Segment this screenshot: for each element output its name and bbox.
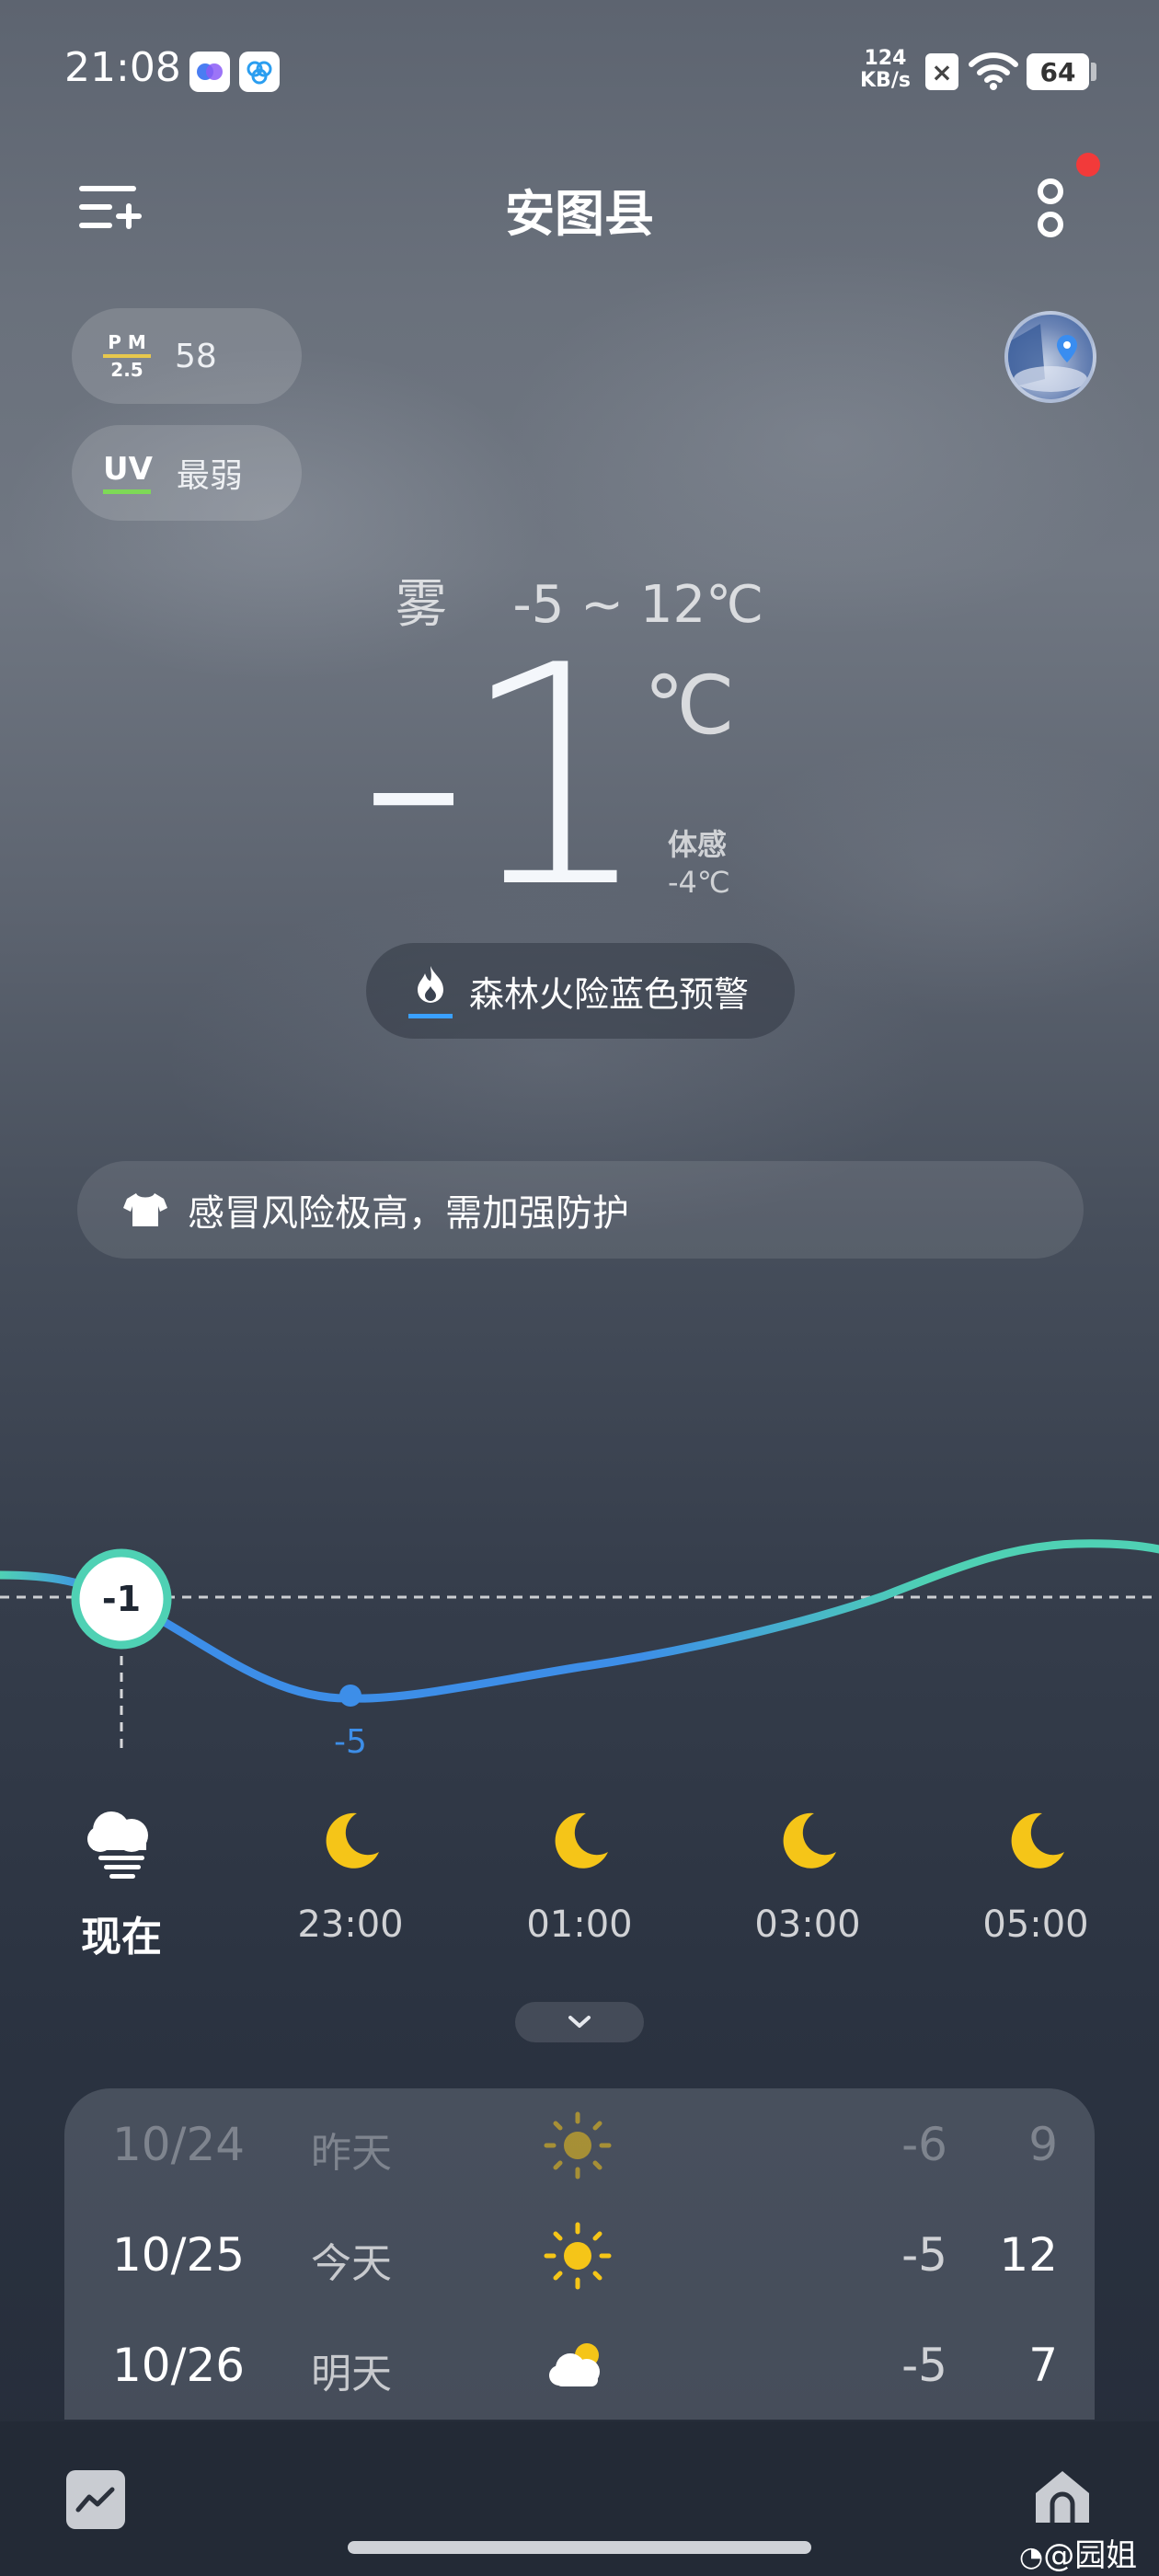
pm25-label: P M 2.5 bbox=[103, 331, 151, 381]
network-speed: 124 KB/s bbox=[860, 48, 911, 92]
watermark: ◔@园姐 bbox=[1019, 2530, 1137, 2575]
location-pin-icon bbox=[1008, 324, 1087, 392]
hour-time: 现在 bbox=[81, 1914, 162, 1961]
battery-tip bbox=[1091, 63, 1096, 81]
hour-time: 05:00 bbox=[982, 1903, 1089, 1946]
home-icon bbox=[1036, 2471, 1089, 2523]
app-notification-icon bbox=[189, 52, 230, 92]
city-title[interactable]: 安图县 bbox=[0, 173, 1159, 246]
chevron-down-icon bbox=[568, 2016, 591, 2028]
moon-icon bbox=[555, 1812, 608, 1869]
daily-high: 12 bbox=[999, 2228, 1058, 2282]
daily-row[interactable]: 10/24 昨天 -6 9 bbox=[64, 2090, 1095, 2201]
network-speed-unit: KB/s bbox=[860, 69, 911, 92]
hour-item[interactable]: 现在 bbox=[48, 1799, 195, 1962]
pm25-value: 58 bbox=[175, 337, 217, 375]
home-button[interactable] bbox=[1032, 2466, 1093, 2526]
weibo-icon: ◔ bbox=[1019, 2541, 1044, 2573]
trend-chart-icon bbox=[75, 2487, 115, 2513]
temperature-curve bbox=[0, 1539, 1159, 1703]
daily-low: -5 bbox=[901, 2339, 947, 2392]
daily-forecast-card: 10/24 昨天 -6 9 10/25 今天 -5 12 10/26 明天 -5… bbox=[64, 2088, 1095, 2420]
health-tip-bar[interactable]: 感冒风险极高，需加强防护 bbox=[77, 1161, 1084, 1259]
hour-item[interactable]: 05:00 bbox=[962, 1799, 1109, 1946]
uv-label: UV bbox=[103, 453, 153, 494]
network-speed-value: 124 bbox=[864, 47, 907, 70]
flame-icon bbox=[408, 964, 453, 1018]
fog-cloud-icon bbox=[87, 1811, 148, 1879]
more-vertical-icon[interactable] bbox=[1034, 177, 1067, 245]
location-avatar[interactable] bbox=[1004, 311, 1096, 403]
daily-row[interactable]: 10/26 明天 -5 7 bbox=[64, 2311, 1095, 2420]
partly-cloudy-icon bbox=[549, 2343, 600, 2386]
feels-like-label: 体感 bbox=[668, 827, 728, 862]
wifi-icon bbox=[968, 52, 1019, 94]
uv-pill[interactable]: UV 最弱 bbox=[72, 425, 302, 521]
daily-high: 9 bbox=[1028, 2118, 1058, 2171]
daily-low: -6 bbox=[901, 2118, 947, 2171]
shirt-icon bbox=[123, 1193, 167, 1226]
moon-icon bbox=[1011, 1812, 1064, 1869]
sun-icon bbox=[544, 2222, 612, 2290]
daily-low: -5 bbox=[901, 2228, 947, 2282]
alert-text: 森林火险蓝色预警 bbox=[469, 973, 750, 1015]
watermark-text: @园姐 bbox=[1043, 2537, 1138, 2574]
daily-day: 昨天 bbox=[311, 2130, 392, 2177]
hour-time: 03:00 bbox=[754, 1903, 861, 1946]
status-time: 21:08 bbox=[64, 44, 181, 91]
feels-like-value: -4℃ bbox=[668, 865, 730, 900]
uv-value: 最弱 bbox=[176, 457, 243, 495]
hour-item[interactable]: 23:00 bbox=[277, 1799, 424, 1946]
pm25-pill[interactable]: P M 2.5 58 bbox=[72, 308, 302, 404]
expand-button[interactable] bbox=[515, 2002, 644, 2042]
hour-time: 01:00 bbox=[526, 1903, 633, 1946]
daily-row[interactable]: 10/25 今天 -5 12 bbox=[64, 2201, 1095, 2311]
gesture-navigation-bar[interactable] bbox=[348, 2541, 811, 2554]
hour-item[interactable]: 03:00 bbox=[734, 1799, 881, 1946]
uv-label-text: UV bbox=[103, 450, 153, 488]
pm25-level-bar bbox=[103, 354, 151, 358]
battery-level: 64 bbox=[1027, 53, 1089, 90]
daily-high: 7 bbox=[1028, 2339, 1058, 2392]
health-tip-text: 感冒风险极高，需加强防护 bbox=[188, 1192, 629, 1235]
cloud-app-icon bbox=[239, 52, 280, 92]
daily-date: 10/26 bbox=[112, 2339, 246, 2392]
no-sim-icon: × bbox=[925, 53, 958, 90]
hour-time: 23:00 bbox=[297, 1903, 404, 1946]
min-temp-label: -5 bbox=[334, 1723, 367, 1761]
moon-icon bbox=[783, 1812, 836, 1869]
sun-icon bbox=[544, 2111, 612, 2179]
daily-date: 10/24 bbox=[112, 2118, 246, 2171]
daily-day: 今天 bbox=[311, 2240, 392, 2287]
temperature-unit: ℃ bbox=[644, 658, 735, 753]
pm25-label-bottom: 2.5 bbox=[110, 359, 143, 381]
trend-button[interactable] bbox=[66, 2470, 125, 2529]
weather-alert-pill[interactable]: 森林火险蓝色预警 bbox=[366, 943, 795, 1039]
pm25-label-top: P M bbox=[108, 331, 146, 353]
daily-date: 10/25 bbox=[112, 2228, 246, 2282]
current-temperature: -1 bbox=[359, 601, 652, 954]
min-temp-point bbox=[339, 1685, 361, 1707]
hourly-temperature-chart: -5 -1 bbox=[0, 1539, 1159, 1761]
daily-day: 明天 bbox=[311, 2351, 392, 2398]
current-temp-point-label: -1 bbox=[102, 1579, 141, 1619]
hour-item[interactable]: 01:00 bbox=[506, 1799, 653, 1946]
notification-dot bbox=[1076, 153, 1100, 177]
alert-level-bar bbox=[408, 1013, 453, 1018]
moon-icon bbox=[326, 1812, 379, 1869]
uv-level-bar bbox=[103, 489, 151, 494]
